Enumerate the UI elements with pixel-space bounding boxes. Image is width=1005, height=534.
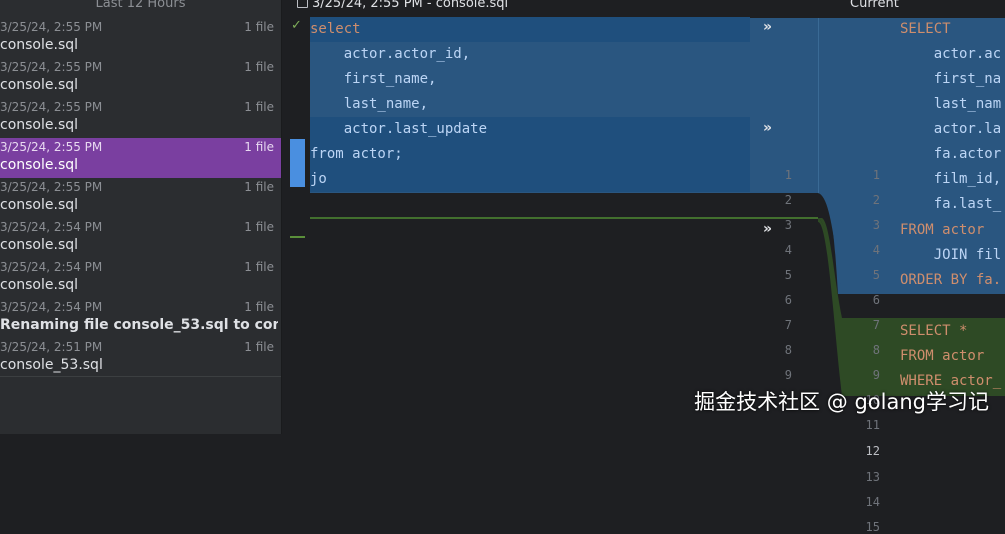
change-marker[interactable] bbox=[290, 139, 305, 187]
line-number: 6 bbox=[784, 293, 792, 307]
chevron-double-right-icon[interactable]: » bbox=[763, 120, 772, 136]
code-line: JOIN fil bbox=[900, 247, 1002, 263]
history-item-timestamp: 3/25/24, 2:55 PM bbox=[0, 100, 103, 114]
code-line: jo bbox=[310, 167, 750, 192]
code-line: film_id, bbox=[900, 171, 1002, 187]
code-line: last_name, bbox=[310, 96, 429, 112]
line-number: 8 bbox=[872, 343, 880, 357]
local-history-panel: Last 12 Hours 3/25/24, 2:55 PM 1 file co… bbox=[0, 0, 282, 434]
code-line: first_name, bbox=[310, 71, 437, 87]
line-number: 1 bbox=[784, 168, 792, 182]
history-item-count: 1 file bbox=[244, 180, 274, 194]
history-item-count: 1 file bbox=[244, 100, 274, 114]
diff-viewer: 3/25/24, 2:55 PM - console.sql Current ✓… bbox=[282, 0, 1005, 534]
history-item-count: 1 file bbox=[244, 20, 274, 34]
line-number: 8 bbox=[784, 343, 792, 357]
code-line: fa.actor bbox=[900, 146, 1002, 162]
check-icon[interactable]: ✓ bbox=[291, 18, 302, 33]
history-item-label: console.sql bbox=[0, 277, 79, 293]
code-line: actor.last_update bbox=[310, 117, 750, 142]
code-line: SELECT * bbox=[900, 323, 968, 339]
code-line: last_nam bbox=[900, 96, 1002, 112]
history-item[interactable]: 3/25/24, 2:55 PM 1 file console.sql bbox=[0, 58, 281, 98]
history-item-label: console.sql bbox=[0, 37, 79, 53]
history-group-header: Last 12 Hours bbox=[95, 0, 186, 11]
history-item-label: console.sql bbox=[0, 157, 79, 173]
right-pane-title: Current bbox=[850, 0, 899, 11]
line-number: 3 bbox=[784, 218, 792, 232]
code-line: actor.actor_id, bbox=[310, 46, 471, 62]
line-number: 5 bbox=[784, 268, 792, 282]
left-pane-title: 3/25/24, 2:55 PM - console.sql bbox=[312, 0, 509, 11]
history-item-timestamp: 3/25/24, 2:55 PM bbox=[0, 20, 103, 34]
history-item[interactable]: 3/25/24, 2:54 PM 1 file Renaming file co… bbox=[0, 298, 281, 338]
history-item-label: Renaming file console_53.sql to con... bbox=[0, 317, 278, 333]
line-number: 9 bbox=[784, 368, 792, 382]
line-number: 3 bbox=[872, 218, 880, 232]
history-item-timestamp: 3/25/24, 2:55 PM bbox=[0, 180, 103, 194]
code-line: FROM actor bbox=[900, 222, 985, 238]
history-item-timestamp: 3/25/24, 2:55 PM bbox=[0, 60, 103, 74]
line-number: 5 bbox=[872, 268, 880, 282]
history-item-label: console.sql bbox=[0, 197, 79, 213]
line-number: 4 bbox=[872, 243, 880, 257]
code-line: SELECT bbox=[900, 21, 951, 37]
insert-marker[interactable] bbox=[290, 236, 305, 238]
history-item-label: console_53.sql bbox=[0, 357, 103, 373]
chevron-double-right-icon[interactable]: » bbox=[763, 221, 772, 237]
line-number: 2 bbox=[872, 193, 880, 207]
code-line: from actor; bbox=[310, 142, 750, 167]
history-item-count: 1 file bbox=[244, 140, 274, 154]
line-number: 6 bbox=[872, 293, 880, 307]
diff-header: 3/25/24, 2:55 PM - console.sql Current bbox=[282, 0, 1005, 14]
history-item-timestamp: 3/25/24, 2:54 PM bbox=[0, 260, 103, 274]
history-item-timestamp: 3/25/24, 2:54 PM bbox=[0, 220, 103, 234]
line-number: 2 bbox=[784, 193, 792, 207]
history-item[interactable]: 3/25/24, 2:54 PM 1 file console.sql bbox=[0, 218, 281, 258]
history-divider bbox=[0, 376, 281, 377]
history-item-label: console.sql bbox=[0, 117, 79, 133]
history-item[interactable]: 3/25/24, 2:54 PM 1 file console.sql bbox=[0, 258, 281, 298]
history-item-count: 1 file bbox=[244, 340, 274, 354]
line-number: 9 bbox=[872, 368, 880, 382]
history-item-count: 1 file bbox=[244, 220, 274, 234]
code-line: actor.la bbox=[900, 121, 1002, 137]
line-number: 15 bbox=[865, 520, 880, 534]
line-number: 7 bbox=[784, 318, 792, 332]
lock-icon bbox=[297, 0, 308, 8]
history-item-timestamp: 3/25/24, 2:55 PM bbox=[0, 140, 103, 154]
line-number: 12 bbox=[865, 444, 880, 458]
history-item-label: console.sql bbox=[0, 77, 79, 93]
history-item-count: 1 file bbox=[244, 300, 274, 314]
chevron-double-right-icon[interactable]: » bbox=[763, 19, 772, 35]
history-item-count: 1 file bbox=[244, 260, 274, 274]
history-item[interactable]: 3/25/24, 2:55 PM 1 file console.sql bbox=[0, 178, 281, 218]
line-number: 14 bbox=[865, 495, 880, 509]
line-number: 7 bbox=[872, 318, 880, 332]
history-item-label: console.sql bbox=[0, 237, 79, 253]
history-item-timestamp: 3/25/24, 2:51 PM bbox=[0, 340, 103, 354]
code-line: ORDER BY fa. bbox=[900, 272, 1002, 288]
code-line: fa.last_ bbox=[900, 196, 1002, 212]
line-number: 11 bbox=[865, 418, 880, 432]
watermark: 掘金技术社区 @ golang学习记 bbox=[694, 390, 989, 414]
code-line: actor.ac bbox=[900, 46, 1002, 62]
history-item-selected[interactable]: 3/25/24, 2:55 PM 1 file console.sql bbox=[0, 138, 281, 178]
line-number: 1 bbox=[872, 168, 880, 182]
history-item[interactable]: 3/25/24, 2:51 PM 1 file console_53.sql bbox=[0, 338, 281, 378]
code-line: first_na bbox=[900, 71, 1002, 87]
history-item-count: 1 file bbox=[244, 60, 274, 74]
code-line: FROM actor bbox=[900, 348, 985, 364]
line-number: 4 bbox=[784, 243, 792, 257]
code-line: select bbox=[310, 17, 750, 42]
line-number: 13 bbox=[865, 470, 880, 484]
history-item[interactable]: 3/25/24, 2:55 PM 1 file console.sql bbox=[0, 98, 281, 138]
history-item-timestamp: 3/25/24, 2:54 PM bbox=[0, 300, 103, 314]
history-item[interactable]: 3/25/24, 2:55 PM 1 file console.sql bbox=[0, 18, 281, 58]
